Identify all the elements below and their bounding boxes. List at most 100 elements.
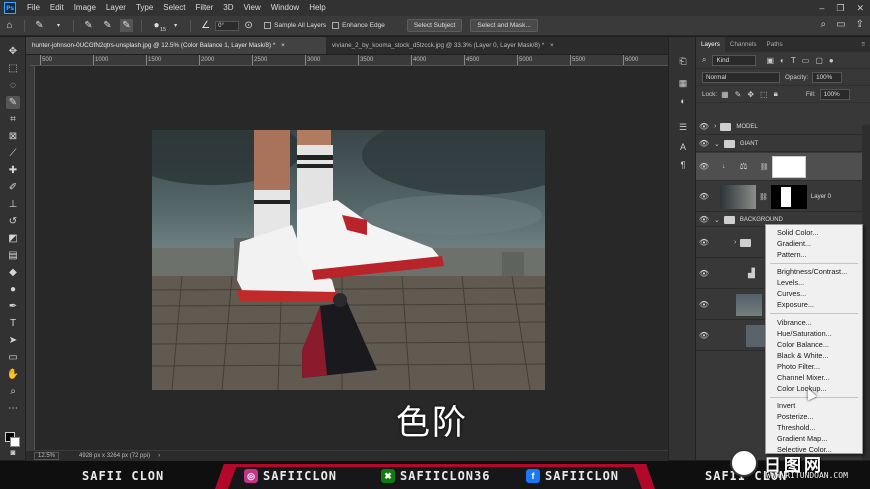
search-icon[interactable]: ⌕ xyxy=(821,19,827,30)
filter-pixel-icon[interactable]: ▣ xyxy=(766,56,774,65)
menu-item-solid-color[interactable]: Solid Color... xyxy=(777,228,818,237)
menu-item-hue-saturation[interactable]: Hue/Saturation... xyxy=(777,329,832,338)
document-tab[interactable]: hunter-johnson-0UCGfN2qtrs-unsplash.jpg … xyxy=(26,37,326,54)
history-icon[interactable]: ⎗ xyxy=(677,55,689,67)
visibility-eye-icon[interactable]: 👁︎ xyxy=(696,192,712,201)
menu-item-brightness-contrast[interactable]: Brightness/Contrast... xyxy=(777,267,847,276)
tab-paths[interactable]: Paths xyxy=(762,37,788,52)
swatches-icon[interactable]: ▦ xyxy=(677,77,689,89)
quick-selection-tool-icon[interactable]: ✎ xyxy=(6,96,20,109)
visibility-eye-icon[interactable]: 👁︎ xyxy=(696,122,712,131)
sample-all-layers-checkbox[interactable] xyxy=(264,22,272,29)
canvas-workspace[interactable] xyxy=(35,66,668,450)
menu-item-invert[interactable]: Invert xyxy=(777,401,795,410)
panel-menu-icon[interactable]: ≡ xyxy=(856,37,870,52)
select-subject-button[interactable]: Select Subject xyxy=(406,19,463,32)
menu-item-vibrance[interactable]: Vibrance... xyxy=(777,318,812,327)
quick-selection-tool-icon[interactable]: ✎ xyxy=(33,19,46,32)
healing-brush-tool-icon[interactable]: ✚ xyxy=(6,164,20,177)
blur-tool-icon[interactable]: ◆ xyxy=(6,266,20,279)
clone-stamp-tool-icon[interactable]: ⊥ xyxy=(6,198,20,211)
tab-layers[interactable]: Layers xyxy=(696,37,725,52)
layer-mask-thumbnail[interactable] xyxy=(772,155,807,178)
share-icon[interactable]: ⇪ xyxy=(856,19,864,30)
menu-item-black-white[interactable]: Black & White... xyxy=(777,351,829,360)
lock-transparent-icon[interactable]: ▦ xyxy=(721,90,729,99)
history-brush-tool-icon[interactable]: ↺ xyxy=(6,215,20,228)
crop-tool-icon[interactable]: ⌗ xyxy=(6,113,20,126)
lock-position-icon[interactable]: ✥ xyxy=(747,90,754,99)
blend-mode-select[interactable]: Normal xyxy=(702,71,780,83)
pressure-icon[interactable]: ⊙ xyxy=(242,19,255,32)
paragraph-icon[interactable]: ¶ xyxy=(677,159,689,171)
visibility-eye-icon[interactable]: 👁︎ xyxy=(696,162,712,171)
filter-toggle-icon[interactable]: ● xyxy=(829,56,834,65)
menu-item-color-balance[interactable]: Color Balance... xyxy=(777,340,829,349)
quick-mask-icon[interactable]: ◙ xyxy=(6,447,20,457)
fill-field[interactable]: 100% xyxy=(819,88,850,100)
menu-item-curves[interactable]: Curves... xyxy=(777,289,806,298)
chevron-down-icon[interactable]: ▾ xyxy=(52,19,65,32)
menu-type[interactable]: Type xyxy=(131,0,158,16)
type-tool-icon[interactable]: T xyxy=(6,317,20,330)
menu-3d[interactable]: 3D xyxy=(218,0,238,16)
visibility-eye-icon[interactable]: 👁︎ xyxy=(696,300,712,309)
subtract-from-selection-icon[interactable]: ✎ xyxy=(120,19,133,32)
visibility-eye-icon[interactable]: 👁︎ xyxy=(696,238,712,247)
enhance-edge-checkbox[interactable] xyxy=(332,22,340,29)
chevron-right-icon[interactable]: › xyxy=(734,239,736,246)
visibility-eye-icon[interactable]: 👁︎ xyxy=(696,215,712,224)
layer-mask-thumbnail[interactable] xyxy=(770,184,807,209)
menu-filter[interactable]: Filter xyxy=(191,0,219,16)
marquee-tool-icon[interactable]: ⬚ xyxy=(6,62,20,75)
chevron-down-icon[interactable]: ▾ xyxy=(169,19,182,32)
document-canvas-image[interactable] xyxy=(152,130,545,390)
layer-row[interactable]: 👁︎ ⛓ Layer 0 xyxy=(696,182,862,212)
background-color-swatch[interactable] xyxy=(10,437,20,447)
filter-adjustment-icon[interactable]: ◐ xyxy=(780,56,785,65)
add-to-selection-icon[interactable]: ✎ xyxy=(101,19,114,32)
chevron-down-icon[interactable]: ⌄ xyxy=(714,216,720,224)
select-and-mask-button[interactable]: Select and Mask... xyxy=(470,19,538,32)
rectangle-tool-icon[interactable]: ▭ xyxy=(6,351,20,364)
menu-item-photo-filter[interactable]: Photo Filter... xyxy=(777,362,820,371)
menu-file[interactable]: File xyxy=(22,0,45,16)
close-icon[interactable]: × xyxy=(281,42,285,49)
chevron-right-icon[interactable]: › xyxy=(714,123,716,130)
status-arrow-icon[interactable]: › xyxy=(158,453,160,459)
lasso-tool-icon[interactable]: ◌ xyxy=(6,79,20,92)
chevron-down-icon[interactable]: ⌄ xyxy=(714,140,720,148)
dodge-tool-icon[interactable]: ● xyxy=(6,283,20,296)
filter-type-icon[interactable]: T xyxy=(791,56,796,65)
close-icon[interactable]: × xyxy=(550,42,554,49)
pen-tool-icon[interactable]: ✒ xyxy=(6,300,20,313)
menu-item-exposure[interactable]: Exposure... xyxy=(777,300,814,309)
menu-item-threshold[interactable]: Threshold... xyxy=(777,423,816,432)
visibility-eye-icon[interactable]: 👁︎ xyxy=(696,331,712,340)
tab-channels[interactable]: Channels xyxy=(725,37,762,52)
menu-edit[interactable]: Edit xyxy=(45,0,69,16)
layers-scrollbar[interactable] xyxy=(862,125,870,460)
layer-row-selected[interactable]: 👁︎ ↓ ⚖ ⛓ xyxy=(696,153,862,181)
menu-item-gradient-map[interactable]: Gradient Map... xyxy=(777,434,827,443)
document-tab[interactable]: viviane_2_by_kooma_stock_d5lzcck.jpg @ 3… xyxy=(326,37,616,54)
menu-window[interactable]: Window xyxy=(266,0,304,16)
new-selection-icon[interactable]: ✎ xyxy=(82,19,95,32)
layer-row[interactable]: 👁︎ › MODEL xyxy=(696,119,862,135)
menu-help[interactable]: Help xyxy=(304,0,330,16)
opacity-field[interactable]: 100% xyxy=(812,71,843,83)
angle-field[interactable]: 0° xyxy=(215,20,240,31)
adjustments-icon[interactable]: ◐ xyxy=(677,95,689,107)
lock-image-icon[interactable]: ✎ xyxy=(735,90,742,99)
close-window-icon[interactable]: ✕ xyxy=(856,0,864,16)
minimize-icon[interactable]: – xyxy=(819,0,824,16)
zoom-level[interactable]: 12.5% xyxy=(34,452,60,460)
brush-tool-icon[interactable]: ✐ xyxy=(6,181,20,194)
properties-icon[interactable]: ☰ xyxy=(677,121,689,133)
frame-tool-icon[interactable]: ⊠ xyxy=(6,130,20,143)
eraser-tool-icon[interactable]: ◩ xyxy=(6,232,20,245)
lock-all-icon[interactable]: 🔒︎ xyxy=(774,89,778,99)
menu-image[interactable]: Image xyxy=(69,0,101,16)
menu-item-levels[interactable]: Levels... xyxy=(777,278,804,287)
path-selection-tool-icon[interactable]: ➤ xyxy=(6,334,20,347)
